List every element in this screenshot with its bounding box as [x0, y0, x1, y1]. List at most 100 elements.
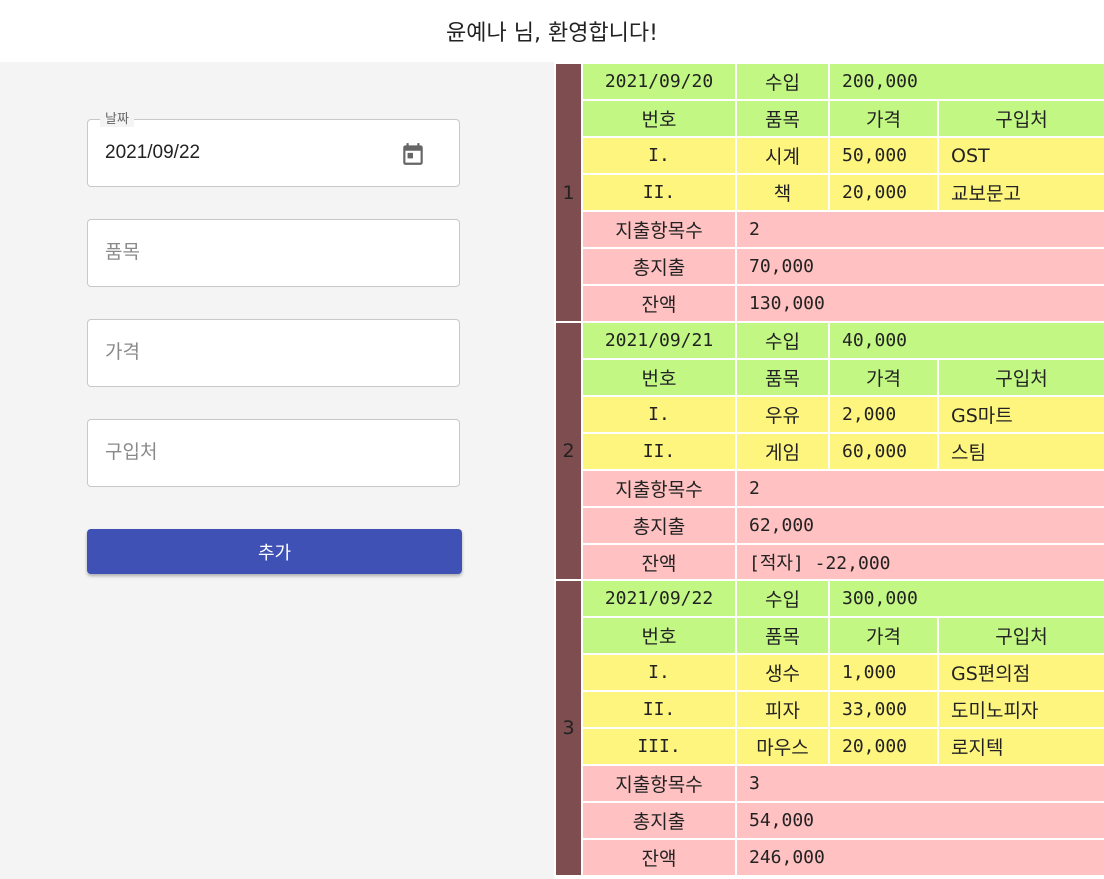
items-header-row: 번호 품목 가격 구입처 [555, 358, 1104, 397]
total-expense-value: 70,000 [734, 247, 1104, 286]
store-field [87, 419, 460, 487]
balance-value: 246,000 [734, 838, 1104, 877]
income-value: 200,000 [827, 62, 1104, 101]
total-expense-row: 총지출 62,000 [555, 506, 1104, 545]
balance-label: 잔액 [581, 284, 737, 323]
item-field [87, 219, 460, 287]
expense-item: 시계 [735, 136, 830, 175]
day-date: 2021/09/21 [581, 321, 737, 360]
col-header-store: 구입처 [936, 358, 1104, 397]
col-header-no: 번호 [581, 358, 737, 397]
total-expense-row: 총지출 54,000 [555, 801, 1104, 840]
balance-value: [적자] -22,000 [734, 543, 1104, 581]
income-label: 수입 [735, 321, 830, 360]
expense-item: 책 [735, 173, 830, 212]
expense-row: I. 시계 50,000 OST [555, 136, 1104, 175]
calendar-icon[interactable] [400, 141, 426, 167]
expense-price: 20,000 [828, 727, 939, 766]
expense-count-label: 지출항목수 [581, 764, 737, 803]
date-row: 1 2021/09/20 수입 200,000 [554, 62, 1104, 323]
expense-no: II. [581, 432, 737, 471]
expense-store: OST [936, 136, 1104, 175]
balance-row: 잔액 246,000 [555, 838, 1104, 877]
expense-count-label: 지출항목수 [581, 469, 737, 508]
ledger-panel: 1 2021/09/20 수입 200,000 번호 품목 가격 구입처 I. 시계 50,000 O… [554, 62, 1104, 879]
col-header-item: 품목 [735, 99, 830, 138]
price-input[interactable] [88, 320, 459, 386]
ledger-table: 1 2021/09/20 수입 200,000 번호 품목 가격 구입처 I. 시계 50,000 O… [554, 62, 1104, 877]
expense-count-value: 3 [734, 764, 1104, 803]
items-header-row: 번호 품목 가격 구입처 [555, 99, 1104, 138]
col-header-no: 번호 [581, 616, 737, 655]
expense-store: 도미노피자 [936, 690, 1104, 729]
store-input[interactable] [88, 420, 459, 486]
expense-count-value: 2 [734, 210, 1104, 249]
expense-no: I. [581, 136, 737, 175]
balance-value: 130,000 [734, 284, 1104, 323]
expense-no: III. [581, 727, 737, 766]
day-date: 2021/09/20 [581, 62, 737, 101]
expense-item: 생수 [735, 653, 830, 692]
expense-count-label: 지출항목수 [581, 210, 737, 249]
expense-row: II. 책 20,000 교보문고 [555, 173, 1104, 212]
total-expense-label: 총지출 [581, 247, 737, 286]
date-row: 3 2021/09/22 수입 300,000 [554, 579, 1104, 877]
item-input[interactable] [88, 220, 459, 286]
expense-item: 피자 [735, 690, 830, 729]
expense-form-panel: 날짜 [0, 62, 554, 879]
day-index: 3 [554, 579, 583, 877]
income-label: 수입 [735, 579, 830, 618]
items-header-row: 번호 품목 가격 구입처 [555, 616, 1104, 655]
col-header-item: 품목 [735, 616, 830, 655]
total-expense-label: 총지출 [581, 506, 737, 545]
col-header-no: 번호 [581, 99, 737, 138]
balance-label: 잔액 [581, 543, 737, 581]
expense-row: I. 생수 1,000 GS편의점 [555, 653, 1104, 692]
expense-count-row: 지출항목수 2 [555, 210, 1104, 249]
expense-row: II. 게임 60,000 스팀 [555, 432, 1104, 471]
col-header-item: 품목 [735, 358, 830, 397]
expense-no: II. [581, 173, 737, 212]
expense-store: 교보문고 [936, 173, 1104, 212]
expense-item: 우유 [735, 395, 830, 434]
expense-count-row: 지출항목수 2 [555, 469, 1104, 508]
expense-price: 50,000 [828, 136, 939, 175]
day-index: 2 [554, 321, 583, 581]
page-header: 윤예나 님, 환영합니다! [0, 0, 1104, 62]
expense-price: 1,000 [828, 653, 939, 692]
expense-item: 마우스 [735, 727, 830, 766]
expense-store: GS마트 [936, 395, 1104, 434]
total-expense-value: 62,000 [734, 506, 1104, 545]
add-button[interactable]: 추가 [87, 529, 462, 574]
col-header-price: 가격 [828, 616, 939, 655]
expense-row: III. 마우스 20,000 로지텍 [555, 727, 1104, 766]
day-date: 2021/09/22 [581, 579, 737, 618]
total-expense-row: 총지출 70,000 [555, 247, 1104, 286]
date-row: 2 2021/09/21 수입 40,000 [554, 321, 1104, 581]
price-field [87, 319, 460, 387]
col-header-price: 가격 [828, 358, 939, 397]
expense-count-value: 2 [734, 469, 1104, 508]
expense-row: I. 우유 2,000 GS마트 [555, 395, 1104, 434]
expense-store: 스팀 [936, 432, 1104, 471]
total-expense-value: 54,000 [734, 801, 1104, 840]
col-header-store: 구입처 [936, 616, 1104, 655]
total-expense-label: 총지출 [581, 801, 737, 840]
expense-no: I. [581, 653, 737, 692]
col-header-store: 구입처 [936, 99, 1104, 138]
expense-price: 60,000 [828, 432, 939, 471]
date-field: 날짜 [87, 111, 460, 187]
expense-price: 20,000 [828, 173, 939, 212]
balance-row: 잔액 [적자] -22,000 [555, 543, 1104, 581]
expense-no: II. [581, 690, 737, 729]
income-value: 300,000 [827, 579, 1104, 618]
day-index: 1 [554, 62, 583, 323]
expense-row: II. 피자 33,000 도미노피자 [555, 690, 1104, 729]
expense-price: 2,000 [828, 395, 939, 434]
welcome-message: 윤예나 님, 환영합니다! [446, 21, 658, 46]
expense-no: I. [581, 395, 737, 434]
expense-store: 로지텍 [936, 727, 1104, 766]
expense-count-row: 지출항목수 3 [555, 764, 1104, 803]
col-header-price: 가격 [828, 99, 939, 138]
expense-store: GS편의점 [936, 653, 1104, 692]
